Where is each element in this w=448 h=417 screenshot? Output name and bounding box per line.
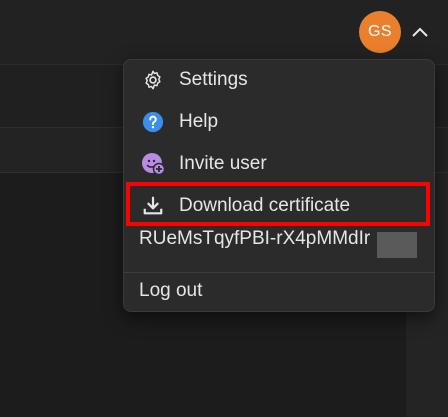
download-icon bbox=[140, 193, 166, 219]
menu-item-download-certificate[interactable]: Download certificate bbox=[124, 186, 434, 226]
gear-icon bbox=[140, 67, 166, 93]
menu-item-label: Settings bbox=[179, 69, 248, 90]
user-dropdown-menu: Settings Help Invite user Download certi… bbox=[123, 59, 435, 312]
menu-item-invite-user[interactable]: Invite user bbox=[124, 144, 434, 184]
chevron-up-icon[interactable] bbox=[410, 22, 430, 42]
app-window: GS Settings Help Invite user Download ce… bbox=[0, 0, 448, 417]
add-user-icon bbox=[140, 151, 166, 177]
user-avatar[interactable]: GS bbox=[359, 11, 401, 53]
top-bar: GS bbox=[0, 0, 448, 65]
redaction-block bbox=[377, 232, 417, 258]
menu-item-label: Invite user bbox=[179, 153, 267, 174]
certificate-token-text: RUeMsTqyfPBI-rX4pMMdIr bbox=[139, 228, 371, 249]
menu-item-label: Download certificate bbox=[179, 195, 351, 216]
menu-item-help[interactable]: Help bbox=[124, 102, 434, 142]
logout-button[interactable]: Log out bbox=[139, 280, 202, 302]
menu-item-label: Help bbox=[179, 111, 219, 132]
avatar-initials: GS bbox=[367, 23, 393, 40]
help-circle-icon bbox=[140, 109, 166, 135]
menu-divider bbox=[124, 272, 434, 273]
menu-item-settings[interactable]: Settings bbox=[124, 60, 434, 100]
